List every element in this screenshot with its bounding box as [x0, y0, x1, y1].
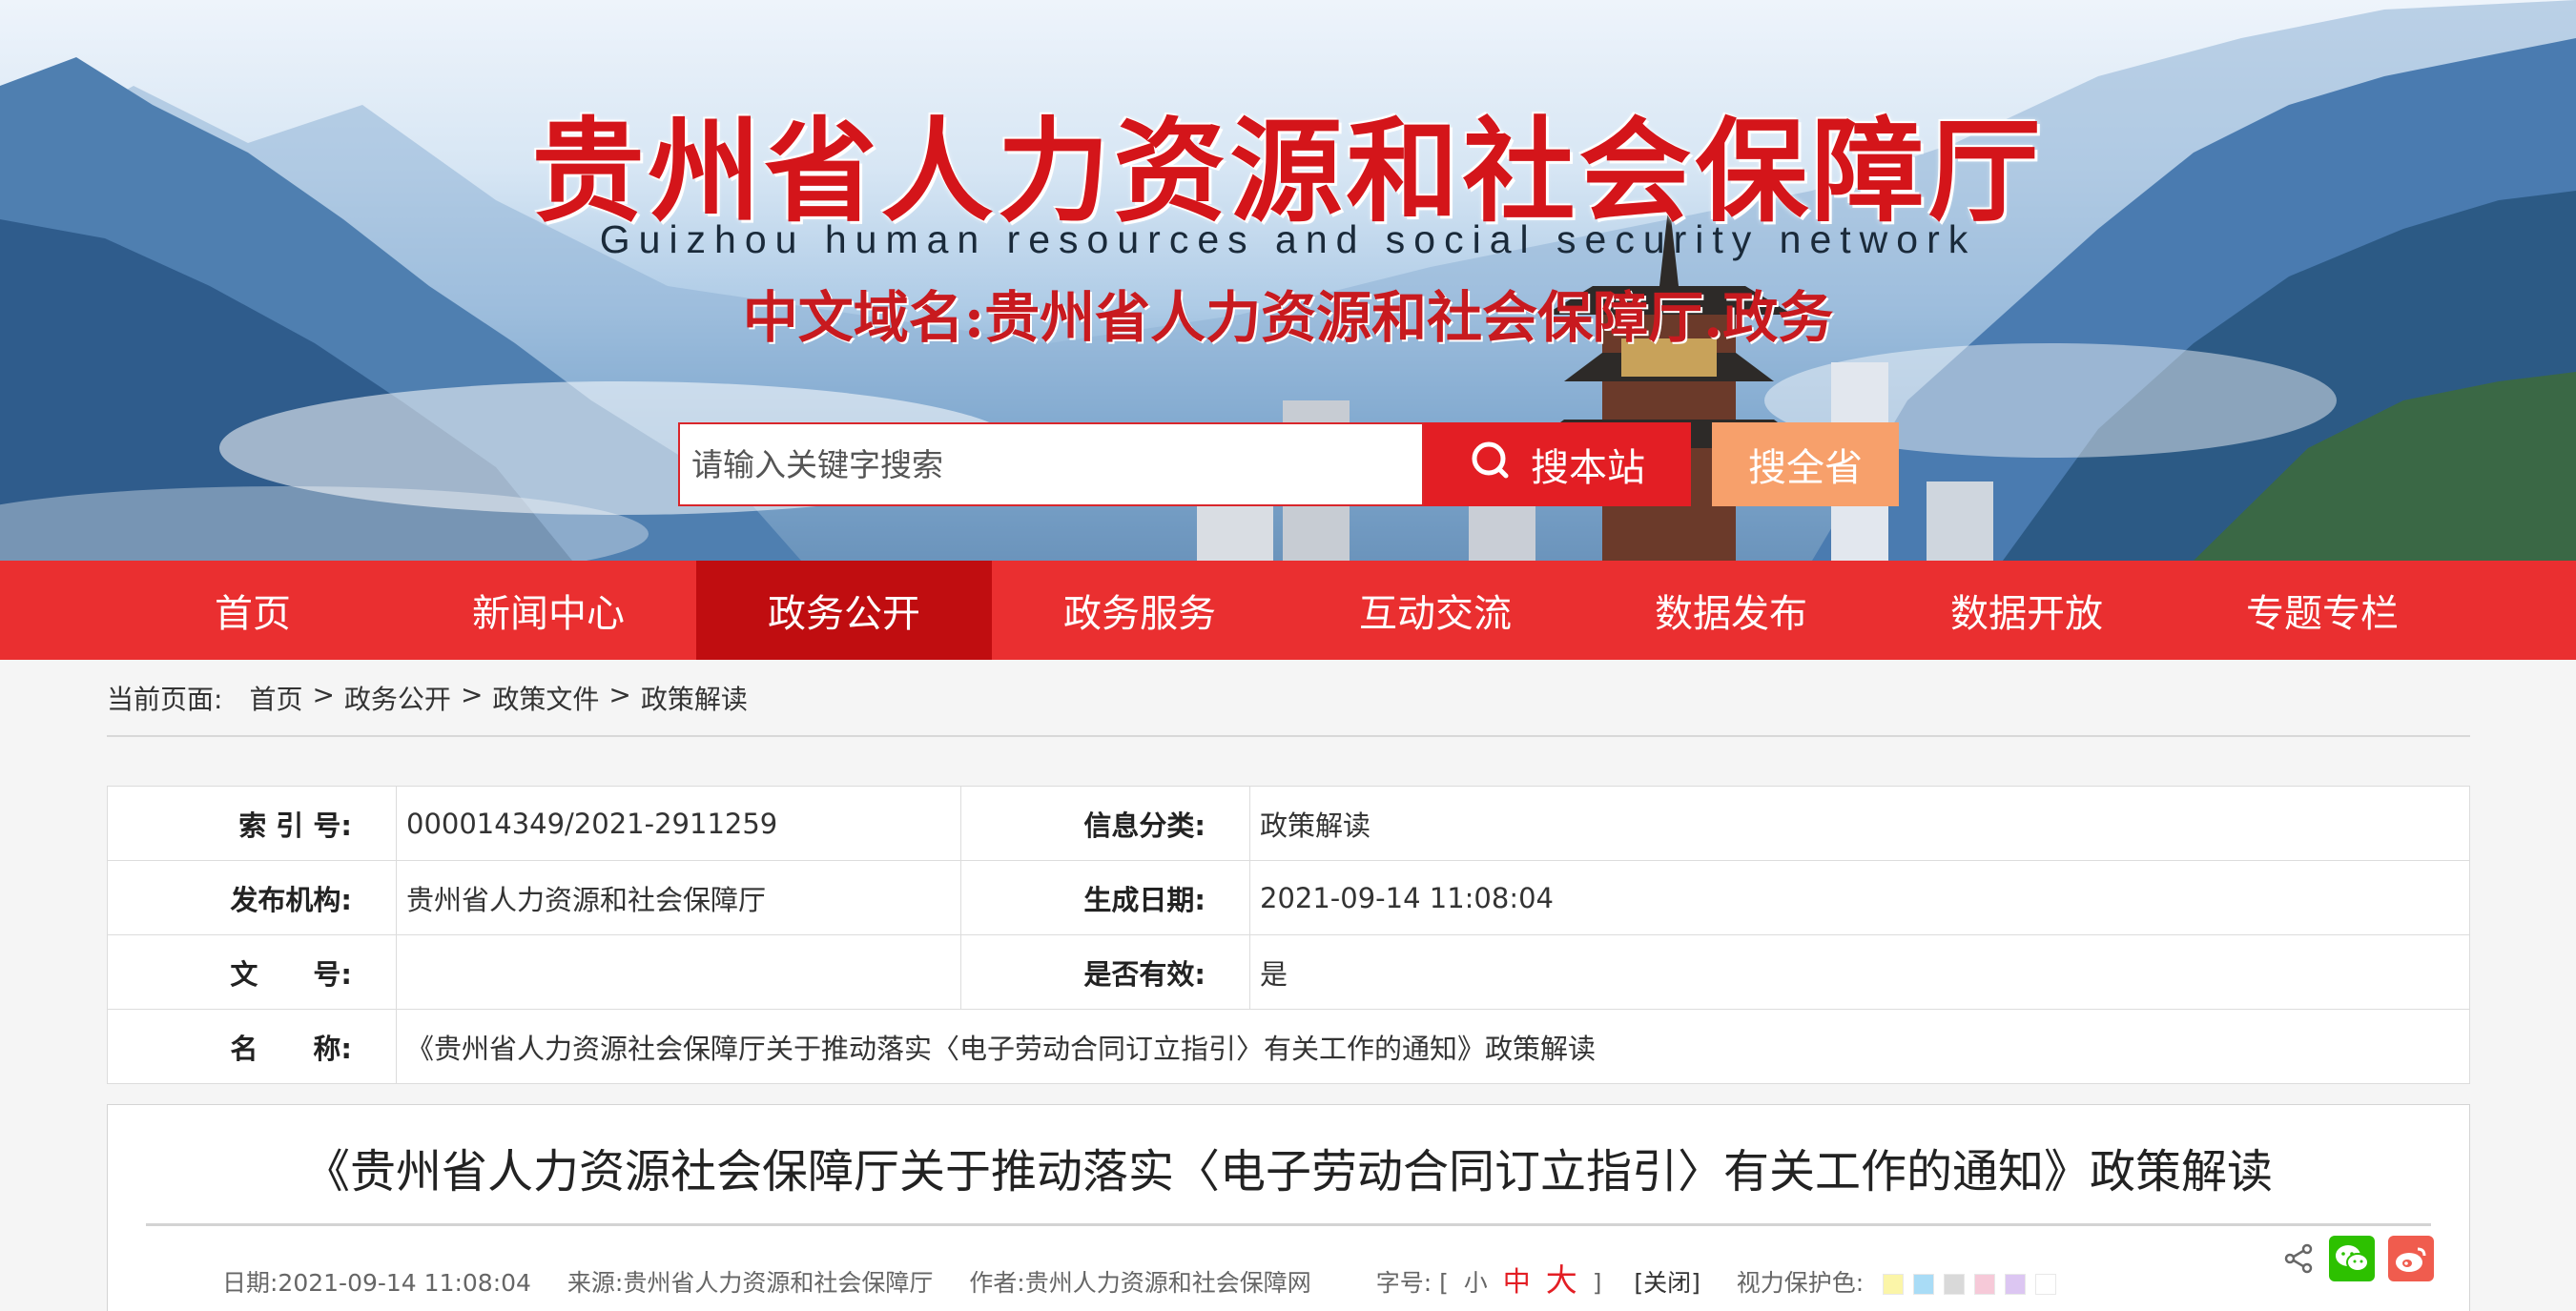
valid-value: 是 — [1249, 934, 2470, 1010]
article-meta: 日期:2021-09-14 11:08:04 来源:贵州省人力资源和社会保障厅 … — [222, 1255, 2066, 1301]
font-size-bracket-open: [ — [1439, 1269, 1449, 1297]
main-nav: 首页 新闻中心 政务公开 政务服务 互动交流 数据发布 数据开放 专题专栏 — [0, 561, 2576, 660]
font-size-label: 字号: — [1375, 1269, 1432, 1297]
document-info-table: 索 引 号: 000014349/2021-2911259 信息分类: 政策解读… — [107, 786, 2470, 1084]
table-row: 索 引 号: 000014349/2021-2911259 信息分类: 政策解读 — [107, 786, 2470, 861]
search-site-label: 搜本站 — [1531, 446, 1645, 490]
nav-item-news[interactable]: 新闻中心 — [401, 561, 696, 660]
breadcrumb: 当前页面: 首页 > 政务公开 > 政策文件 > 政策解读 — [107, 679, 748, 717]
eye-protection-swatch[interactable] — [1974, 1274, 1996, 1295]
category-label: 信息分类: — [960, 786, 1250, 861]
eye-protection-swatch[interactable] — [1883, 1274, 1905, 1295]
name-value: 《贵州省人力资源社会保障厅关于推动落实〈电子劳动合同订立指引〉有关工作的通知》政… — [396, 1009, 2470, 1084]
date-value: 2021-09-14 11:08:04 — [1249, 860, 2470, 935]
valid-label: 是否有效: — [960, 934, 1250, 1010]
table-row: 名 称: 《贵州省人力资源社会保障厅关于推动落实〈电子劳动合同订立指引〉有关工作… — [107, 1009, 2470, 1084]
font-size-large[interactable]: 大 — [1546, 1261, 1577, 1299]
nav-item-gov-service[interactable]: 政务服务 — [992, 561, 1288, 660]
font-size-small[interactable]: 小 — [1464, 1269, 1488, 1297]
nav-item-data-release[interactable]: 数据发布 — [1583, 561, 1879, 660]
search-province-button[interactable]: 搜全省 — [1712, 422, 1899, 506]
divider — [146, 1223, 2431, 1226]
docno-label: 文 号: — [107, 934, 397, 1010]
breadcrumb-policy-interpretation[interactable]: 政策解读 — [641, 679, 748, 717]
font-size-medium[interactable]: 中 — [1503, 1265, 1531, 1298]
eye-protection-swatch[interactable] — [1944, 1274, 1966, 1295]
eye-protection-swatch[interactable] — [2005, 1274, 2027, 1295]
breadcrumb-gov-affairs[interactable]: 政务公开 — [344, 679, 451, 717]
nav-item-gov-affairs[interactable]: 政务公开 — [696, 561, 992, 660]
weibo-icon[interactable] — [2388, 1236, 2434, 1281]
nav-item-interaction[interactable]: 互动交流 — [1288, 561, 1583, 660]
article-author: 作者:贵州人力资源和社会保障网 — [969, 1269, 1311, 1297]
publisher-value: 贵州省人力资源和社会保障厅 — [396, 860, 961, 935]
eye-protection-swatches — [1883, 1269, 2066, 1297]
table-row: 发布机构: 贵州省人力资源和社会保障厅 生成日期: 2021-09-14 11:… — [107, 860, 2470, 935]
divider — [107, 735, 2470, 737]
search-input[interactable] — [680, 424, 1422, 504]
font-size-bracket-close: ] — [1592, 1269, 1602, 1297]
close-link[interactable]: [关闭] — [1634, 1269, 1700, 1297]
nav-item-topics[interactable]: 专题专栏 — [2174, 561, 2470, 660]
breadcrumb-separator: > — [312, 679, 335, 710]
eye-protection-swatch[interactable] — [1913, 1274, 1935, 1295]
search-box — [678, 422, 1424, 506]
site-title-english: Guizhou human resources and social secur… — [599, 217, 1977, 261]
index-value: 000014349/2021-2911259 — [396, 786, 961, 861]
publisher-label: 发布机构: — [107, 860, 397, 935]
article-source: 来源:贵州省人力资源和社会保障厅 — [567, 1269, 934, 1297]
breadcrumb-home[interactable]: 首页 — [249, 679, 302, 717]
nav-item-open-data[interactable]: 数据开放 — [1879, 561, 2174, 660]
breadcrumb-label: 当前页面: — [107, 684, 223, 715]
index-label: 索 引 号: — [107, 786, 397, 861]
docno-value — [396, 934, 961, 1010]
search-icon — [1470, 438, 1514, 491]
share-bar — [2281, 1236, 2434, 1281]
article-date: 日期:2021-09-14 11:08:04 — [222, 1269, 531, 1297]
article-title: 《贵州省人力资源社会保障厅关于推动落实〈电子劳动合同订立指引〉有关工作的通知》政… — [303, 1145, 2273, 1198]
table-row: 文 号: 是否有效: 是 — [107, 934, 2470, 1010]
search-site-button[interactable]: 搜本站 — [1424, 422, 1691, 506]
breadcrumb-separator: > — [460, 679, 484, 710]
breadcrumb-policy-docs[interactable]: 政策文件 — [492, 679, 599, 717]
header-banner: 贵州省人力资源和社会保障厅 Guizhou human resources an… — [0, 0, 2576, 561]
chinese-domain-line: 中文域名:贵州省人力资源和社会保障厅.政务 — [742, 285, 1834, 350]
name-label: 名 称: — [107, 1009, 397, 1084]
breadcrumb-separator: > — [608, 679, 631, 710]
nav-item-home[interactable]: 首页 — [105, 561, 401, 660]
eye-protection-swatch[interactable] — [2035, 1274, 2057, 1295]
share-icon[interactable] — [2281, 1236, 2316, 1281]
date-label: 生成日期: — [960, 860, 1250, 935]
eye-protection-label: 视力保护色: — [1736, 1269, 1865, 1297]
category-value: 政策解读 — [1249, 786, 2470, 861]
wechat-icon[interactable] — [2329, 1236, 2375, 1281]
